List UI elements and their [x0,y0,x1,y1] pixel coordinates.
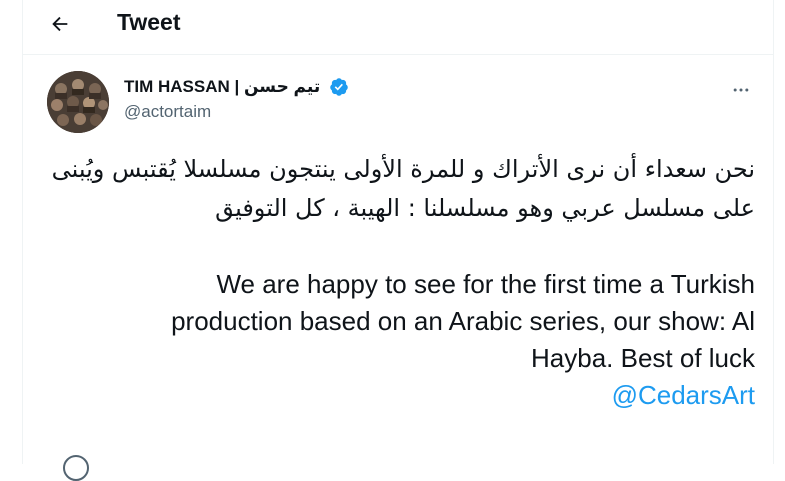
tweet-text: نحن سعداء أن نرى الأتراك و للمرة الأولى … [43,150,755,414]
mention-link[interactable]: @CedarsArt [103,377,755,414]
reply-icon[interactable] [63,455,89,481]
page-title: Tweet [117,9,181,35]
arrow-left-icon [52,16,68,32]
verified-badge-icon [329,77,349,97]
avatar-collage-image [47,71,109,133]
back-button[interactable] [46,10,74,38]
tweet-text-english-body: We are happy to see for the first time a… [171,269,755,373]
tweet-text-arabic: نحن سعداء أن نرى الأتراك و للمرة الأولى … [51,155,755,222]
tweet-header: Tweet [23,0,773,48]
author-display-name[interactable]: TIM HASSAN | تيم حسن [124,77,320,97]
tweet-text-english: We are happy to see for the first time a… [43,266,755,414]
author-handle[interactable]: @actortaim [124,102,211,122]
more-options-icon [733,88,749,92]
avatar[interactable] [47,71,109,133]
more-options-button[interactable] [727,76,755,104]
tweet-column: Tweet TIM HASSAN | تيم حسن @actortaim نح… [22,0,774,481]
header-divider [23,54,773,55]
